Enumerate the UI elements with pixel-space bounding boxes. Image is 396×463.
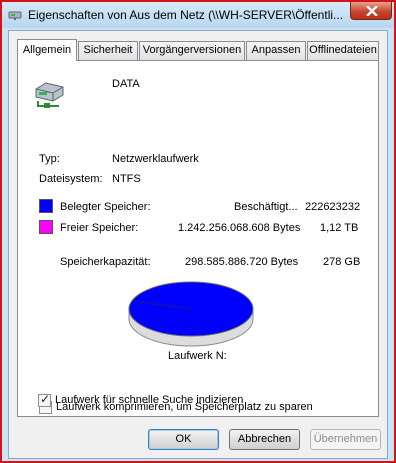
- used-space-bytes: Beschäftigt...: [234, 201, 298, 213]
- free-space-size: 1,12 TB: [320, 222, 359, 234]
- drive-properties-icon: [8, 11, 22, 20]
- tab-sicherheit[interactable]: Sicherheit: [78, 41, 138, 60]
- separator: [32, 125, 366, 126]
- dialog-client-area: Allgemein Sicherheit Vorgängerversionen …: [8, 30, 388, 459]
- general-tab-panel: DATA Typ: Netzwerklaufwerk Dateisystem: …: [17, 60, 379, 417]
- usage-pie-chart: [128, 281, 254, 347]
- ok-button[interactable]: OK: [148, 429, 219, 450]
- used-space-size: 222623232: [305, 201, 361, 213]
- close-button[interactable]: [350, 2, 392, 20]
- close-icon: [366, 6, 378, 16]
- tab-vorgaengerversionen[interactable]: Vorgängerversionen: [139, 41, 245, 60]
- drive-name: DATA: [112, 78, 140, 90]
- capacity-bytes: 298.585.886.720 Bytes: [185, 256, 299, 268]
- free-space-label: Freier Speicher:: [60, 222, 139, 234]
- filesystem-label: Dateisystem:: [39, 173, 103, 185]
- separator: [32, 366, 366, 367]
- filesystem-value: NTFS: [112, 173, 141, 185]
- free-space-swatch: [39, 220, 53, 234]
- properties-window: Eigenschaften von Aus dem Netz (\\WH-SER…: [0, 0, 396, 463]
- used-space-swatch: [39, 199, 53, 213]
- free-space-bytes: 1.242.256.068.608 Bytes: [178, 222, 301, 234]
- pie-drive-label: Laufwerk N:: [168, 350, 227, 362]
- capacity-size: 278 GB: [323, 256, 361, 268]
- tab-anpassen[interactable]: Anpassen: [246, 41, 306, 60]
- separator: [32, 243, 366, 244]
- window-title: Eigenschaften von Aus dem Netz (\\WH-SER…: [28, 8, 344, 22]
- network-drive-icon: [35, 82, 64, 108]
- apply-button[interactable]: Übernehmen: [310, 429, 381, 450]
- used-space-label: Belegter Speicher:: [60, 201, 151, 213]
- type-label: Typ:: [39, 153, 60, 165]
- type-value: Netzwerklaufwerk: [112, 153, 199, 165]
- capacity-label: Speicherkapazität:: [60, 256, 151, 268]
- index-label[interactable]: Laufwerk für schnelle Suche indizieren: [55, 394, 243, 406]
- title-bar[interactable]: Eigenschaften von Aus dem Netz (\\WH-SER…: [2, 2, 394, 28]
- index-checkbox[interactable]: [38, 392, 51, 407]
- separator: [32, 192, 366, 193]
- tab-allgemein[interactable]: Allgemein: [17, 39, 77, 61]
- cancel-button[interactable]: Abbrechen: [229, 429, 300, 450]
- tab-offlinedateien[interactable]: Offlinedateien: [307, 41, 379, 60]
